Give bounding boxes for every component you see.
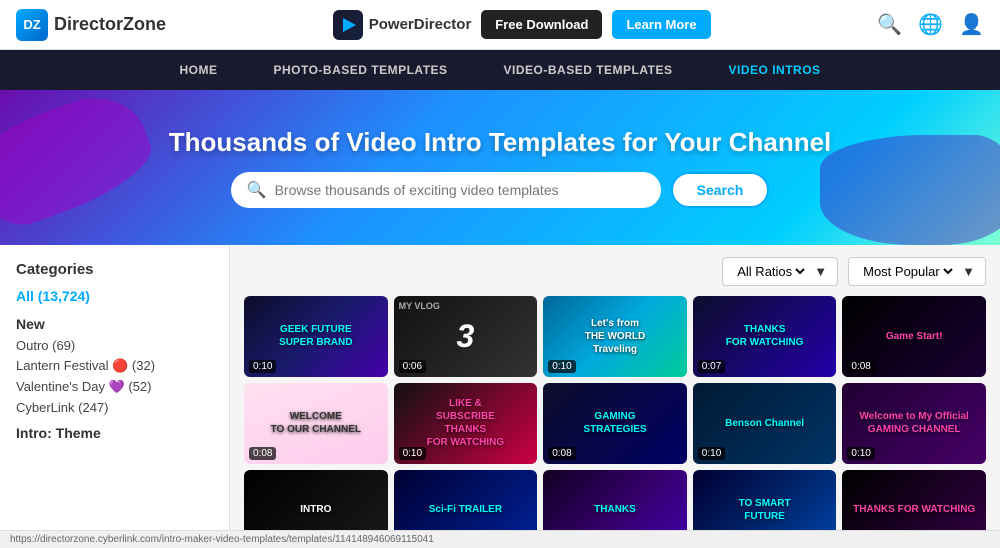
video-card-thanks2[interactable]: THANKS xyxy=(543,470,687,530)
card-text-thanks1: THANKS FOR WATCHING xyxy=(722,319,808,353)
video-duration-world: 0:10 xyxy=(548,360,575,373)
ratio-select[interactable]: All Ratios xyxy=(733,263,808,280)
search-icon: 🔍 xyxy=(877,12,902,37)
search-icon: 🔍 xyxy=(247,180,267,200)
video-card-game[interactable]: Game Start! 0:08 xyxy=(842,296,986,377)
video-duration-vlog: 0:06 xyxy=(399,360,426,373)
video-thumb-thanks3: THANKS FOR WATCHING xyxy=(842,470,986,530)
nav-video-intros[interactable]: VIDEO INTROS xyxy=(701,50,849,90)
card-text-gaming: GAMING STRATEGIES xyxy=(579,406,650,440)
powerdirector-logo: PowerDirector xyxy=(333,10,472,40)
video-card-intro[interactable]: INTRO xyxy=(244,470,388,530)
header-right: 🔍 🌐 👤 xyxy=(877,12,984,37)
card-text-gaming2: Welcome to My Official GAMING CHANNEL xyxy=(856,406,973,440)
chevron-down-icon: ▼ xyxy=(814,264,827,279)
learn-more-button[interactable]: Learn More xyxy=(612,10,710,39)
sidebar-item-valentines[interactable]: Valentine's Day 💜 (52) xyxy=(16,379,213,395)
logo-link[interactable]: DZ DirectorZone xyxy=(16,9,166,41)
search-button[interactable]: Search xyxy=(671,172,770,208)
categories-title: Categories xyxy=(16,261,213,278)
sort-select[interactable]: Most Popular xyxy=(859,263,956,280)
card-text-intro: INTRO xyxy=(296,499,335,520)
video-duration-game: 0:08 xyxy=(847,360,874,373)
user-icon: 👤 xyxy=(959,12,984,37)
video-thumb-smart: TO SMART FUTURE xyxy=(693,470,837,530)
card-text-subscribe: LIKE & SUBSCRIBE THANKS FOR WATCHING xyxy=(423,393,509,453)
sidebar-new-section: New xyxy=(16,316,213,332)
sort-filter[interactable]: Most Popular ▼ xyxy=(848,257,986,286)
video-card-welcome[interactable]: WELCOME TO OUR CHANNEL 0:08 xyxy=(244,383,388,464)
video-duration-welcome: 0:08 xyxy=(249,447,276,460)
nav-video-templates[interactable]: VIDEO-BASED TEMPLATES xyxy=(476,50,701,90)
status-url: https://directorzone.cyberlink.com/intro… xyxy=(10,534,434,545)
card-text-world: Let's from THE WORLD Traveling xyxy=(581,313,650,360)
video-card-world[interactable]: Let's from THE WORLD Traveling 0:10 xyxy=(543,296,687,377)
main-content: Categories All (13,724) New Outro (69) L… xyxy=(0,245,1000,530)
card-text-smart: TO SMART FUTURE xyxy=(735,493,795,527)
card-text-welcome: WELCOME TO OUR CHANNEL xyxy=(267,406,365,440)
hero-blob2 xyxy=(820,135,1000,245)
card-text-thanks2: THANKS xyxy=(590,499,640,520)
video-card-geek[interactable]: GEEK FUTURE SUPER BRAND 0:10 xyxy=(244,296,388,377)
video-grid: GEEK FUTURE SUPER BRAND0:103MY VLOG0:06L… xyxy=(244,296,986,530)
sidebar-item-cyberlink[interactable]: CyberLink (247) xyxy=(16,400,213,415)
video-card-benson[interactable]: Benson Channel 0:10 xyxy=(693,383,837,464)
hero-search-box: 🔍 xyxy=(231,172,661,208)
status-bar: https://directorzone.cyberlink.com/intro… xyxy=(0,530,1000,548)
video-duration-benson: 0:10 xyxy=(698,447,725,460)
language-button[interactable]: 🌐 xyxy=(918,12,943,37)
header-center: PowerDirector Free Download Learn More xyxy=(333,10,711,40)
header-left: DZ DirectorZone xyxy=(16,9,166,41)
video-card-gaming2[interactable]: Welcome to My Official GAMING CHANNEL 0:1… xyxy=(842,383,986,464)
nav-home[interactable]: HOME xyxy=(151,50,245,90)
video-card-gaming[interactable]: GAMING STRATEGIES 0:08 xyxy=(543,383,687,464)
video-card-thanks3[interactable]: THANKS FOR WATCHING xyxy=(842,470,986,530)
sidebar-all-item[interactable]: All (13,724) xyxy=(16,288,213,304)
dz-icon: DZ xyxy=(16,9,48,41)
globe-icon: 🌐 xyxy=(918,12,943,37)
video-thumb-intro: INTRO xyxy=(244,470,388,530)
sidebar: Categories All (13,724) New Outro (69) L… xyxy=(0,245,230,530)
video-thumb-scifi: Sci-Fi TRAILER xyxy=(394,470,538,530)
main-nav: HOME PHOTO-BASED TEMPLATES VIDEO-BASED T… xyxy=(0,50,1000,90)
logo-text: DirectorZone xyxy=(54,14,166,35)
video-duration-gaming2: 0:10 xyxy=(847,447,874,460)
hero-title: Thousands of Video Intro Templates for Y… xyxy=(169,127,832,158)
grid-area: All Ratios ▼ Most Popular ▼ GEEK FUTURE … xyxy=(230,245,1000,530)
sidebar-item-outro[interactable]: Outro (69) xyxy=(16,338,213,353)
product-name: PowerDirector xyxy=(369,16,472,33)
hero-search-row: 🔍 Search xyxy=(231,172,770,208)
video-card-vlog[interactable]: 3MY VLOG0:06 xyxy=(394,296,538,377)
video-card-scifi[interactable]: Sci-Fi TRAILER xyxy=(394,470,538,530)
header: DZ DirectorZone PowerDirector Free Downl… xyxy=(0,0,1000,50)
hero-banner: Thousands of Video Intro Templates for Y… xyxy=(0,90,1000,245)
grid-toolbar: All Ratios ▼ Most Popular ▼ xyxy=(244,257,986,286)
free-download-button[interactable]: Free Download xyxy=(481,10,602,39)
video-duration-subscribe: 0:10 xyxy=(399,447,426,460)
card-text-geek: GEEK FUTURE SUPER BRAND xyxy=(275,319,356,353)
user-button[interactable]: 👤 xyxy=(959,12,984,37)
search-input[interactable] xyxy=(275,182,645,198)
video-card-subscribe[interactable]: LIKE & SUBSCRIBE THANKS FOR WATCHING0:10 xyxy=(394,383,538,464)
video-thumb-thanks2: THANKS xyxy=(543,470,687,530)
chevron-down-icon: ▼ xyxy=(962,264,975,279)
pd-icon xyxy=(333,10,363,40)
card-text-benson: Benson Channel xyxy=(721,413,808,434)
nav-photo-templates[interactable]: PHOTO-BASED TEMPLATES xyxy=(245,50,475,90)
card-text-scifi: Sci-Fi TRAILER xyxy=(425,499,506,520)
search-button[interactable]: 🔍 xyxy=(877,12,902,37)
card-text-game: Game Start! xyxy=(882,326,947,347)
hero-blob1 xyxy=(0,90,162,238)
video-duration-thanks1: 0:07 xyxy=(698,360,725,373)
video-duration-geek: 0:10 xyxy=(249,360,276,373)
sidebar-item-lantern[interactable]: Lantern Festival 🔴 (32) xyxy=(16,358,213,374)
video-card-thanks1[interactable]: THANKS FOR WATCHING 0:07 xyxy=(693,296,837,377)
sidebar-intro-theme-section: Intro: Theme xyxy=(16,425,213,441)
ratio-filter[interactable]: All Ratios ▼ xyxy=(722,257,838,286)
video-card-smart[interactable]: TO SMART FUTURE xyxy=(693,470,837,530)
card-text-thanks3: THANKS FOR WATCHING xyxy=(849,499,979,520)
video-duration-gaming: 0:08 xyxy=(548,447,575,460)
